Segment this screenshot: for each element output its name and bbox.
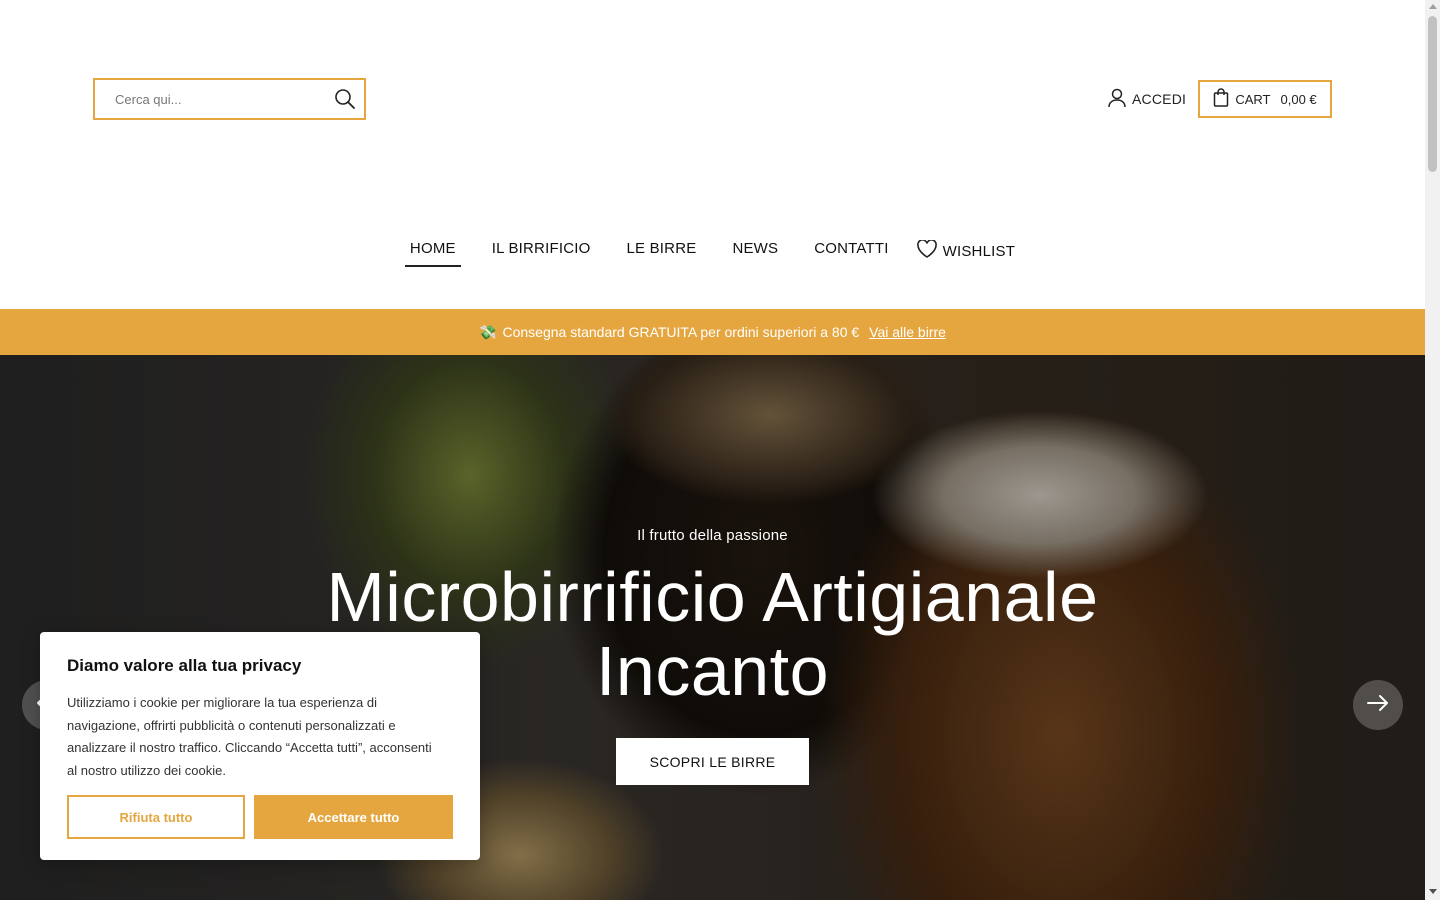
slider-next-button[interactable] [1353,680,1403,730]
nav-item-birre[interactable]: LE BIRRE [626,228,696,267]
login-label: ACCEDI [1132,91,1187,107]
reject-all-button[interactable]: Rifiuta tutto [67,795,245,839]
cookie-text: Utilizziamo i cookie per migliorare la t… [67,695,432,778]
nav-item-news[interactable]: NEWS [732,228,778,267]
nav-item-contatti[interactable]: CONTATTI [814,228,888,267]
nav-item-label: WISHLIST [942,242,1016,260]
main-nav: HOME IL BIRRIFICIO LE BIRRE NEWS CONTATT… [0,228,1425,270]
search-box [93,78,366,120]
cookie-title: Diamo valore alla tua privacy [67,656,302,675]
cookie-actions: Rifiuta tutto Accettare tutto [67,795,453,839]
nav-item-birrificio[interactable]: IL BIRRIFICIO [492,228,591,267]
heart-icon [916,239,937,262]
search-input[interactable] [95,80,325,118]
scroll-down-arrow[interactable] [1429,889,1437,894]
shopping-bag-icon [1213,88,1229,110]
cookie-banner: Diamo valore alla tua privacy Utilizziam… [40,632,480,860]
hero-title-line: Microbirrificio Artigianale [326,558,1099,636]
arrow-right-icon [1366,694,1390,717]
search-icon[interactable] [334,88,356,110]
promo-text: Consegna standard GRATUITA per ordini su… [502,324,860,340]
money-icon: 💸 [479,323,497,340]
login-link[interactable]: ACCEDI [1108,88,1186,110]
nav-item-label: IL BIRRIFICIO [491,240,591,257]
nav-item-home[interactable]: HOME [404,228,461,267]
nav-item-label: CONTATTI [814,240,889,257]
promo-bar: 💸 Consegna standard GRATUITA per ordini … [0,309,1425,355]
scroll-up-arrow[interactable] [1429,4,1437,9]
cart-label: CART [1235,91,1271,107]
cart-button[interactable]: CART 0,00 € [1198,80,1332,118]
scrollbar-thumb[interactable] [1428,16,1437,172]
site-header: ACCEDI CART 0,00 € HOME IL BIRRIFICIO LE… [0,0,1425,309]
nav-item-wishlist[interactable]: WISHLIST [916,228,1016,272]
nav-item-label: NEWS [732,240,779,257]
cart-total: 0,00 € [1280,91,1317,107]
accept-all-button[interactable]: Accettare tutto [254,795,453,839]
discover-beers-button[interactable]: SCOPRI LE BIRRE [616,738,809,785]
page-scrollbar[interactable] [1425,0,1440,900]
hero-kicker: Il frutto della passione [637,527,788,544]
nav-item-label: LE BIRRE [626,240,697,257]
user-icon [1108,88,1126,111]
nav-item-label: HOME [409,240,456,257]
promo-link[interactable]: Vai alle birre [869,324,946,340]
